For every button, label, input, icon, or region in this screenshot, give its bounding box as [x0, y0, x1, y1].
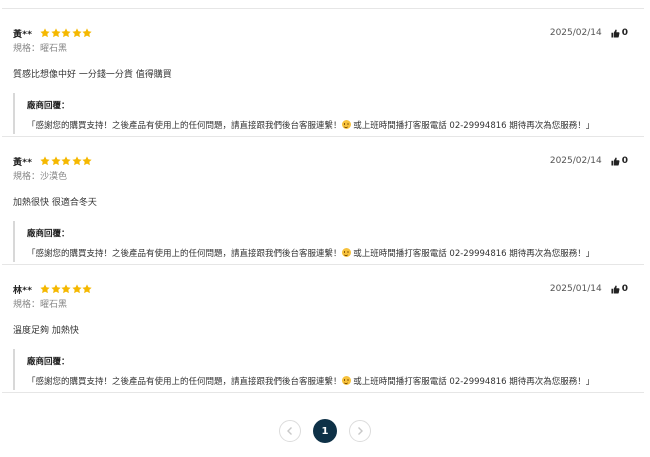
star-icon: [61, 284, 71, 294]
star-icon: [82, 156, 92, 166]
star-icon: [61, 28, 71, 38]
like-count: 0: [621, 156, 628, 166]
next-page-button[interactable]: [349, 420, 371, 442]
star-rating: [40, 284, 93, 294]
review-meta: 2025/02/14 0: [550, 26, 628, 40]
reply-text-part-2: 或上班時間播打客服電話 02-29994816 期待再次為您服務！」: [350, 249, 595, 259]
review-text: 加熱很快 很適合冬天: [13, 198, 97, 208]
star-icon: [40, 156, 50, 166]
like-button[interactable]: 0: [611, 156, 628, 166]
review-header: 黃**: [13, 26, 93, 40]
review-text: 質感比想像中好 一分錢一分貨 值得購買: [13, 70, 172, 80]
reply-text-part-1: 「感謝您的購買支持！之後產品有使用上的任何問題，請直接跟我們後台客服連繫！: [27, 377, 342, 387]
review-list: 黃** 2025/02/14 0 規格：曜石黑 質感比想像中好 一分錢一分貨 值…: [2, 8, 644, 393]
review-spec: 規格：沙漠色: [13, 169, 67, 182]
review-date: 2025/02/14: [549, 156, 602, 166]
like-button[interactable]: 0: [611, 284, 628, 294]
spec-label: 規格：: [13, 172, 41, 182]
seller-reply: 廠商回覆： 「感謝您的購買支持！之後產品有使用上的任何問題，請直接跟我們後台客服…: [13, 221, 633, 262]
review-spec: 規格：曜石黑: [13, 297, 67, 310]
review-header: 黃**: [13, 154, 93, 168]
star-rating: [40, 28, 93, 38]
reply-text: 「感謝您的購買支持！之後產品有使用上的任何問題，請直接跟我們後台客服連繫！ 或上…: [27, 119, 633, 131]
star-icon: [51, 28, 61, 38]
review-item: 林** 2025/01/14 0 規格：曜石黑 溫度足夠 加熱快 廠商回覆： 「…: [2, 265, 644, 393]
star-icon: [61, 156, 71, 166]
like-count: 0: [621, 284, 628, 294]
reply-text-part-1: 「感謝您的購買支持！之後產品有使用上的任何問題，請直接跟我們後台客服連繫！: [27, 249, 342, 259]
review-text: 溫度足夠 加熱快: [13, 326, 79, 336]
thumbs-up-icon: [611, 285, 620, 294]
reviewer-name: 黃**: [13, 157, 33, 168]
star-icon: [82, 28, 92, 38]
review-header: 林**: [13, 282, 93, 296]
star-icon: [82, 284, 92, 294]
chevron-left-icon: [285, 426, 295, 436]
reviewer-name: 林**: [13, 285, 33, 296]
reviewer-name: 黃**: [13, 29, 33, 40]
star-icon: [40, 284, 50, 294]
spec-label: 規格：: [13, 44, 41, 54]
review-meta: 2025/01/14 0: [550, 282, 628, 296]
review-item: 黃** 2025/02/14 0 規格：沙漠色 加熱很快 很適合冬天 廠商回覆：…: [2, 137, 644, 265]
star-icon: [51, 284, 61, 294]
star-icon: [40, 28, 50, 38]
review-spec: 規格：曜石黑: [13, 41, 67, 54]
page-1-button[interactable]: 1: [313, 419, 337, 443]
thumbs-up-icon: [611, 157, 620, 166]
smiling-face-emoji: [341, 248, 351, 257]
pagination: 1: [0, 418, 650, 444]
spec-value: 沙漠色: [40, 172, 68, 182]
spec-value: 曜石黑: [40, 300, 68, 310]
reply-title: 廠商回覆：: [27, 101, 70, 111]
reply-title: 廠商回覆：: [27, 229, 70, 239]
spec-value: 曜石黑: [40, 44, 68, 54]
smiling-face-emoji: [341, 376, 351, 385]
reply-text-part-2: 或上班時間播打客服電話 02-29994816 期待再次為您服務！」: [350, 377, 595, 387]
like-count: 0: [621, 28, 628, 38]
star-icon: [72, 28, 82, 38]
review-meta: 2025/02/14 0: [550, 154, 628, 168]
reply-text-part-2: 或上班時間播打客服電話 02-29994816 期待再次為您服務！」: [350, 121, 595, 131]
seller-reply: 廠商回覆： 「感謝您的購買支持！之後產品有使用上的任何問題，請直接跟我們後台客服…: [13, 349, 633, 390]
review-date: 2025/02/14: [549, 28, 602, 38]
review-date: 2025/01/14: [549, 284, 602, 294]
reply-text: 「感謝您的購買支持！之後產品有使用上的任何問題，請直接跟我們後台客服連繫！ 或上…: [27, 247, 633, 259]
prev-page-button[interactable]: [279, 420, 301, 442]
chevron-right-icon: [355, 426, 365, 436]
star-rating: [40, 156, 93, 166]
reply-text-part-1: 「感謝您的購買支持！之後產品有使用上的任何問題，請直接跟我們後台客服連繫！: [27, 121, 342, 131]
reply-text: 「感謝您的購買支持！之後產品有使用上的任何問題，請直接跟我們後台客服連繫！ 或上…: [27, 375, 633, 387]
star-icon: [72, 284, 82, 294]
spec-label: 規格：: [13, 300, 41, 310]
star-icon: [51, 156, 61, 166]
thumbs-up-icon: [611, 29, 620, 38]
reply-title: 廠商回覆：: [27, 357, 70, 367]
smiling-face-emoji: [341, 120, 351, 129]
like-button[interactable]: 0: [611, 28, 628, 38]
star-icon: [72, 156, 82, 166]
review-item: 黃** 2025/02/14 0 規格：曜石黑 質感比想像中好 一分錢一分貨 值…: [2, 9, 644, 137]
seller-reply: 廠商回覆： 「感謝您的購買支持！之後產品有使用上的任何問題，請直接跟我們後台客服…: [13, 93, 633, 134]
